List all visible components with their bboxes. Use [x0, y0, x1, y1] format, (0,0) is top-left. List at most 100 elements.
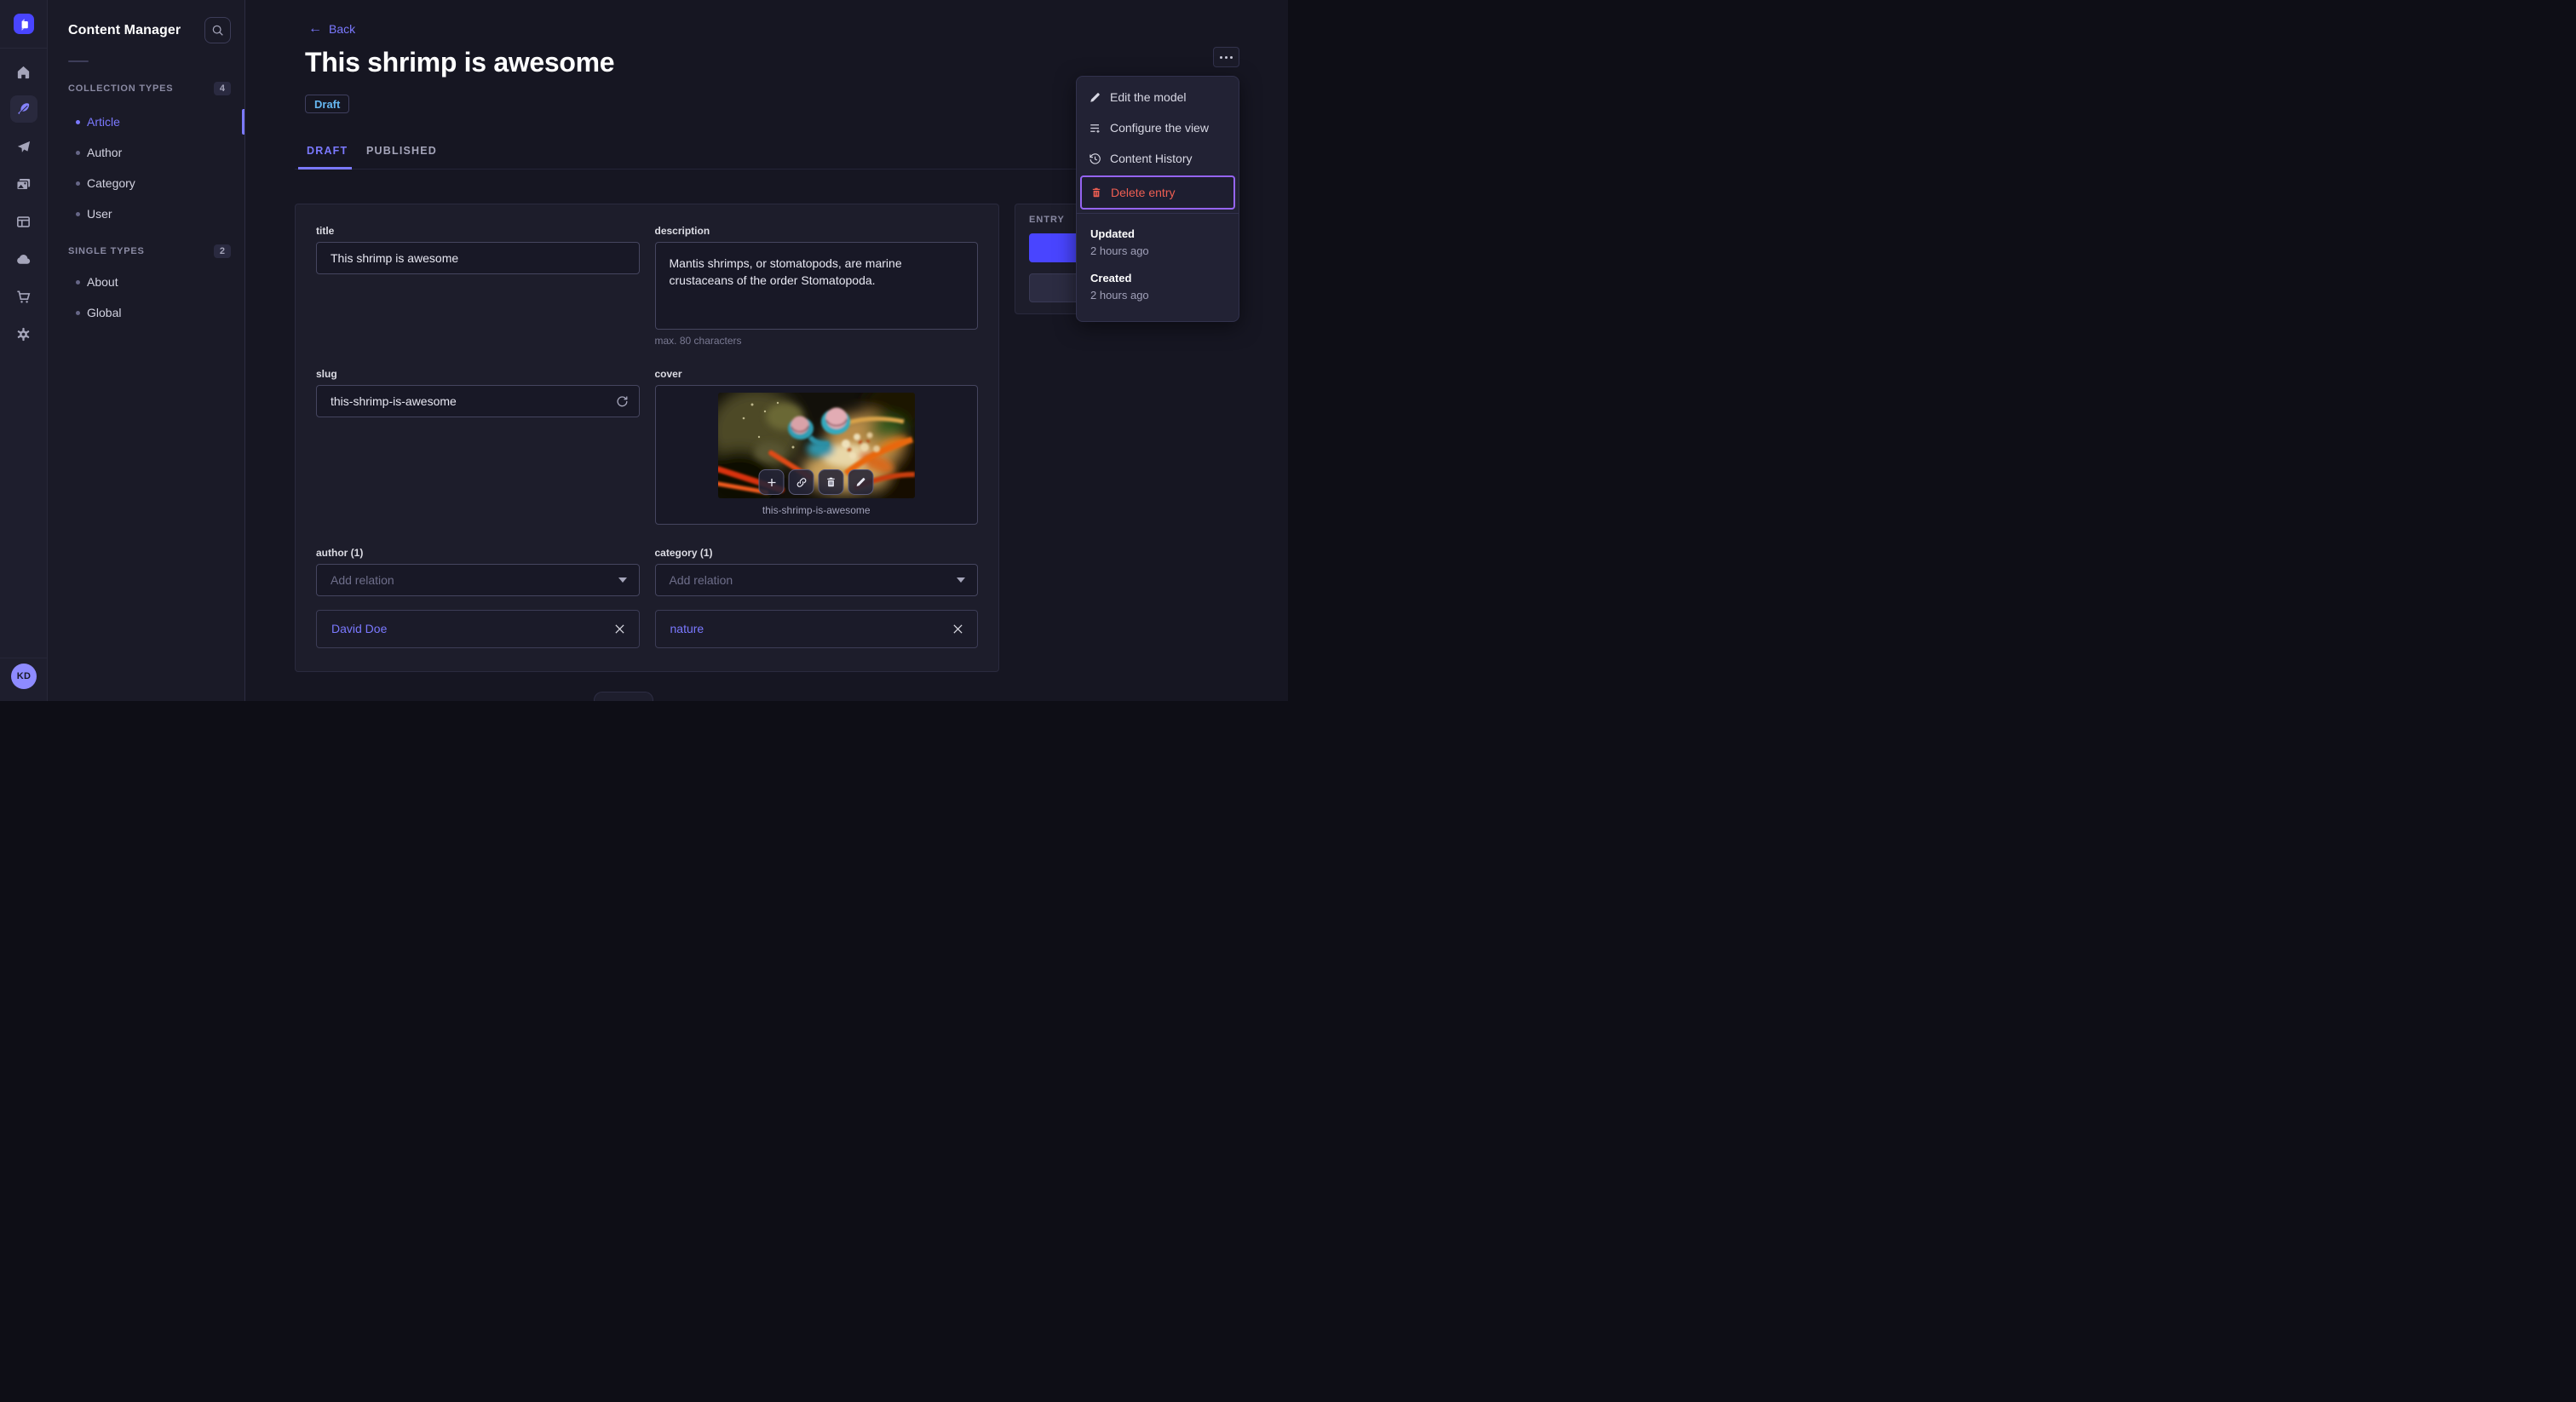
author-relation-combobox[interactable]: Add relation: [316, 563, 640, 596]
copy-link-button[interactable]: [788, 469, 814, 496]
category-relation-item: nature: [654, 609, 978, 648]
active-tab-underline: [298, 167, 352, 170]
menu-item-content-history[interactable]: Content History: [1077, 143, 1239, 174]
cover-label: cover: [654, 368, 682, 381]
sidebar-title: Content Manager: [68, 22, 181, 37]
category-label: category (1): [654, 546, 713, 559]
author-relation-link[interactable]: David Doe: [331, 622, 387, 635]
field-slug: slug: [316, 368, 640, 418]
strapi-admin-app: KD Content Manager COLLECTION TYPES 4 Ar…: [0, 0, 1288, 701]
single-types-header: SINGLE TYPES 2: [48, 244, 244, 258]
search-icon: [212, 25, 223, 36]
slug-label: slug: [316, 368, 337, 381]
menu-item-delete-entry[interactable]: Delete entry: [1080, 175, 1235, 210]
divider: [0, 48, 48, 49]
sidebar-item-author[interactable]: Author: [48, 137, 244, 168]
pencil-icon: [856, 478, 865, 487]
search-button[interactable]: [204, 17, 231, 43]
link-icon: [796, 477, 807, 487]
delete-media-button[interactable]: [818, 469, 844, 496]
regenerate-slug-button[interactable]: [615, 394, 629, 408]
chevron-down-icon: [957, 577, 965, 583]
sidebar-content-type-builder-icon[interactable]: [10, 208, 37, 235]
sidebar-media-library-icon[interactable]: [10, 170, 37, 198]
category-relation-link[interactable]: nature: [670, 622, 704, 635]
field-author: author (1) Add relation David Doe: [316, 547, 640, 648]
divider: [68, 60, 89, 62]
sidebar-item-user[interactable]: User: [48, 198, 244, 229]
remove-author-relation-button[interactable]: [614, 623, 625, 635]
sidebar-item-global[interactable]: Global: [48, 297, 244, 328]
slug-input[interactable]: [316, 385, 640, 418]
title-input[interactable]: [316, 242, 640, 274]
bullet-icon: [76, 310, 80, 315]
bullet-icon: [76, 181, 80, 186]
sidebar-item-article[interactable]: Article: [48, 106, 244, 137]
author-relation-item: David Doe: [316, 609, 640, 648]
user-avatar[interactable]: KD: [11, 664, 37, 689]
collection-types-count-badge: 4: [213, 82, 231, 95]
menu-item-edit-model[interactable]: Edit the model: [1077, 82, 1239, 112]
remove-category-relation-button[interactable]: [952, 623, 963, 635]
sidebar-settings-icon[interactable]: [10, 320, 37, 348]
single-types-count-badge: 2: [213, 244, 231, 258]
sidebar-cloud-icon[interactable]: [10, 245, 37, 273]
chevron-down-icon: [618, 577, 627, 583]
more-actions-menu: Edit the model Configure the view Conten…: [1076, 76, 1239, 322]
single-types-list: About Global: [48, 267, 244, 328]
configure-list-icon: [1090, 124, 1100, 133]
edit-form-panel: title description Mantis shrimps, or sto…: [295, 204, 999, 672]
sidebar-content-manager-icon[interactable]: [9, 95, 37, 123]
field-category: category (1) Add relation nature: [654, 546, 978, 648]
cover-media-box: this-shrimp-is-awesome: [654, 385, 978, 526]
updated-label: Updated: [1090, 227, 1135, 240]
tab-draft[interactable]: DRAFT: [307, 145, 348, 157]
entry-meta: Updated 2 hours ago Created 2 hours ago: [1077, 214, 1239, 321]
sidebar-item-category[interactable]: Category: [48, 168, 244, 198]
history-clock-icon: [1090, 152, 1101, 164]
field-description: description Mantis shrimps, or stomatopo…: [654, 225, 978, 347]
edit-media-button[interactable]: [848, 469, 874, 496]
sidebar-home-icon[interactable]: [10, 58, 37, 85]
pencil-icon: [1090, 92, 1100, 102]
updated-value: 2 hours ago: [1090, 244, 1149, 257]
bullet-icon: [76, 211, 80, 216]
active-indicator: [242, 109, 244, 135]
bullet-icon: [76, 119, 80, 124]
menu-item-configure-view[interactable]: Configure the view: [1077, 112, 1239, 143]
cover-filename: this-shrimp-is-awesome: [762, 504, 871, 517]
title-label: title: [316, 225, 335, 237]
more-actions-button[interactable]: [1213, 47, 1239, 67]
description-hint: max. 80 characters: [654, 335, 742, 347]
icon-sidebar: KD: [0, 0, 48, 701]
add-media-button[interactable]: [758, 469, 785, 496]
page-title: This shrimp is awesome: [305, 47, 615, 78]
strapi-logo[interactable]: [14, 14, 34, 34]
sidebar-item-about[interactable]: About: [48, 267, 244, 297]
cover-actions: [758, 469, 874, 496]
cover-image: [717, 393, 915, 499]
plus-icon: [768, 478, 776, 486]
close-icon: [953, 624, 963, 634]
close-icon: [614, 624, 624, 634]
scroll-peek-pill: [594, 692, 653, 701]
created-label: Created: [1090, 272, 1132, 284]
description-textarea[interactable]: Mantis shrimps, or stomatopods, are mari…: [654, 242, 978, 330]
bullet-icon: [76, 279, 80, 284]
description-label: description: [654, 225, 710, 237]
refresh-icon: [617, 396, 627, 407]
trash-icon: [827, 478, 835, 487]
back-link[interactable]: ← Back: [308, 21, 355, 37]
back-arrow-icon: ←: [308, 21, 322, 36]
strapi-logo-icon: [21, 19, 28, 31]
created-value: 2 hours ago: [1090, 289, 1149, 302]
author-label: author (1): [316, 546, 364, 559]
sidebar-marketplace-icon[interactable]: [10, 283, 37, 310]
status-badge: Draft: [305, 95, 350, 113]
tab-published[interactable]: PUBLISHED: [366, 145, 437, 157]
sidebar-deploy-icon[interactable]: [10, 133, 37, 160]
field-title: title: [316, 225, 640, 274]
trash-icon: [1092, 187, 1101, 198]
category-relation-combobox[interactable]: Add relation: [654, 563, 978, 596]
field-cover: cover this-shrimp-is-awesome: [654, 368, 978, 526]
